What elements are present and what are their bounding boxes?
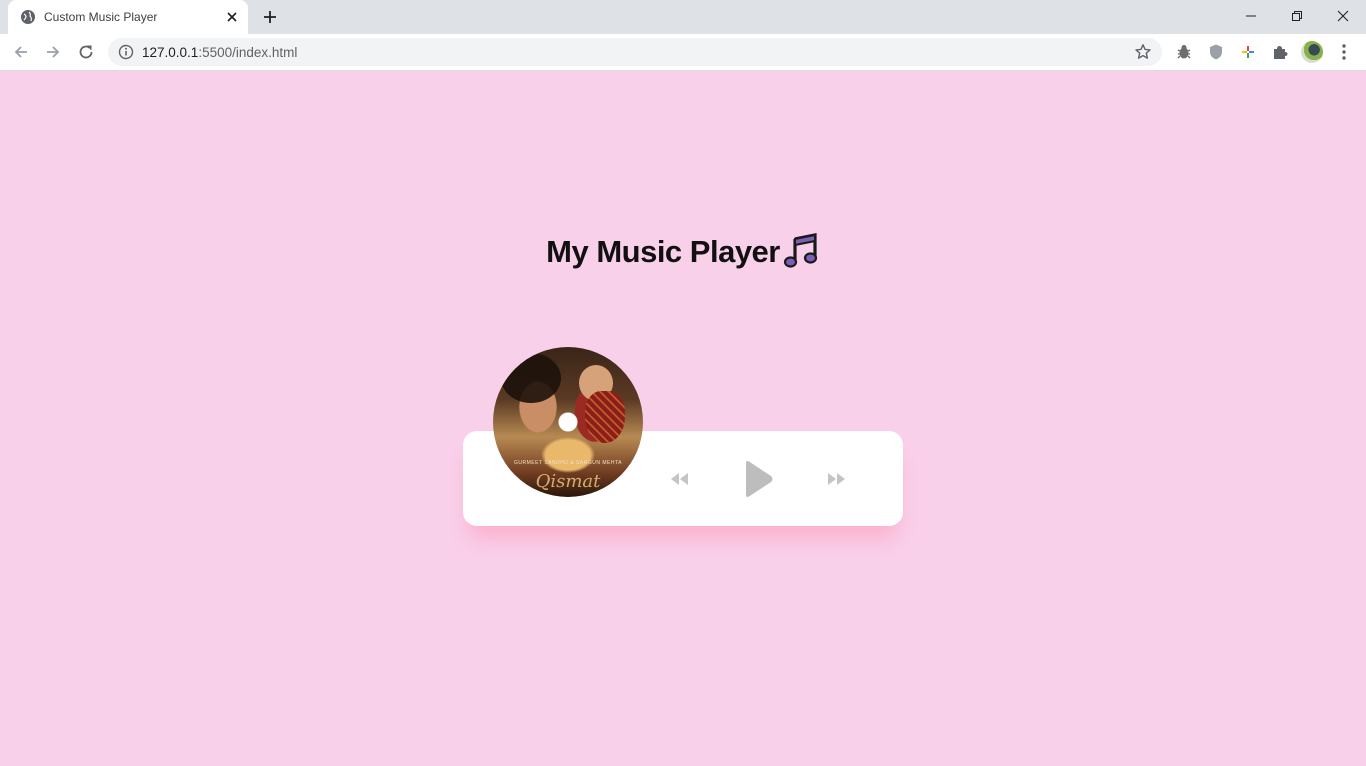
browser-tab[interactable]: Custom Music Player [8,0,248,34]
arrow-right-icon [47,46,60,58]
new-tab-icon[interactable] [260,7,280,27]
album-art-figure-left [501,353,561,403]
arrow-left-icon [14,46,27,58]
forward-button[interactable] [43,42,63,62]
browser-tab-bar: Custom Music Player [0,0,1366,34]
tab-title: Custom Music Player [44,10,158,24]
info-icon[interactable] [118,44,134,60]
close-tab-icon[interactable] [224,9,240,25]
play-button[interactable] [740,458,776,500]
album-art-disc: GURMEET SANDHU & SARGUN MEHTA Qismat [493,347,643,497]
close-window-button[interactable] [1320,0,1366,32]
play-icon [746,461,773,497]
album-art-caption: GURMEET SANDHU & SARGUN MEHTA [514,460,622,466]
backward-icon [671,473,688,485]
minimize-button[interactable] [1228,0,1274,32]
colored-plus-extension-icon[interactable] [1239,43,1257,61]
page-title: My Music Player [0,232,1366,270]
music-note-icon [783,232,817,268]
shield-extension-icon[interactable] [1207,43,1225,61]
previous-button[interactable] [666,468,694,490]
minimize-icon [1246,15,1256,17]
extensions-puzzle-icon[interactable] [1271,43,1289,61]
back-button[interactable] [11,42,31,62]
bookmark-star-icon[interactable] [1134,43,1152,61]
globe-icon [21,10,35,24]
forward-icon [828,473,845,485]
url-path: :5500/index.html [198,45,298,60]
browser-toolbar: 127.0.0.1:5500/index.html [0,34,1366,71]
address-bar[interactable]: 127.0.0.1:5500/index.html [108,38,1162,66]
album-art-title: Qismat [535,471,601,492]
album-art-veil [585,391,625,443]
url-host: 127.0.0.1 [142,45,199,60]
next-button[interactable] [822,468,850,490]
reload-icon [79,45,93,59]
restore-button[interactable] [1274,0,1320,32]
restore-icon [1292,11,1302,21]
profile-avatar[interactable] [1301,41,1323,63]
page-title-text: My Music Player [546,233,780,269]
bug-extension-icon[interactable] [1175,43,1193,61]
reload-button[interactable] [76,42,96,62]
url-text[interactable]: 127.0.0.1:5500/index.html [142,45,297,60]
close-icon [1337,10,1349,22]
more-options-icon[interactable] [1336,43,1352,61]
